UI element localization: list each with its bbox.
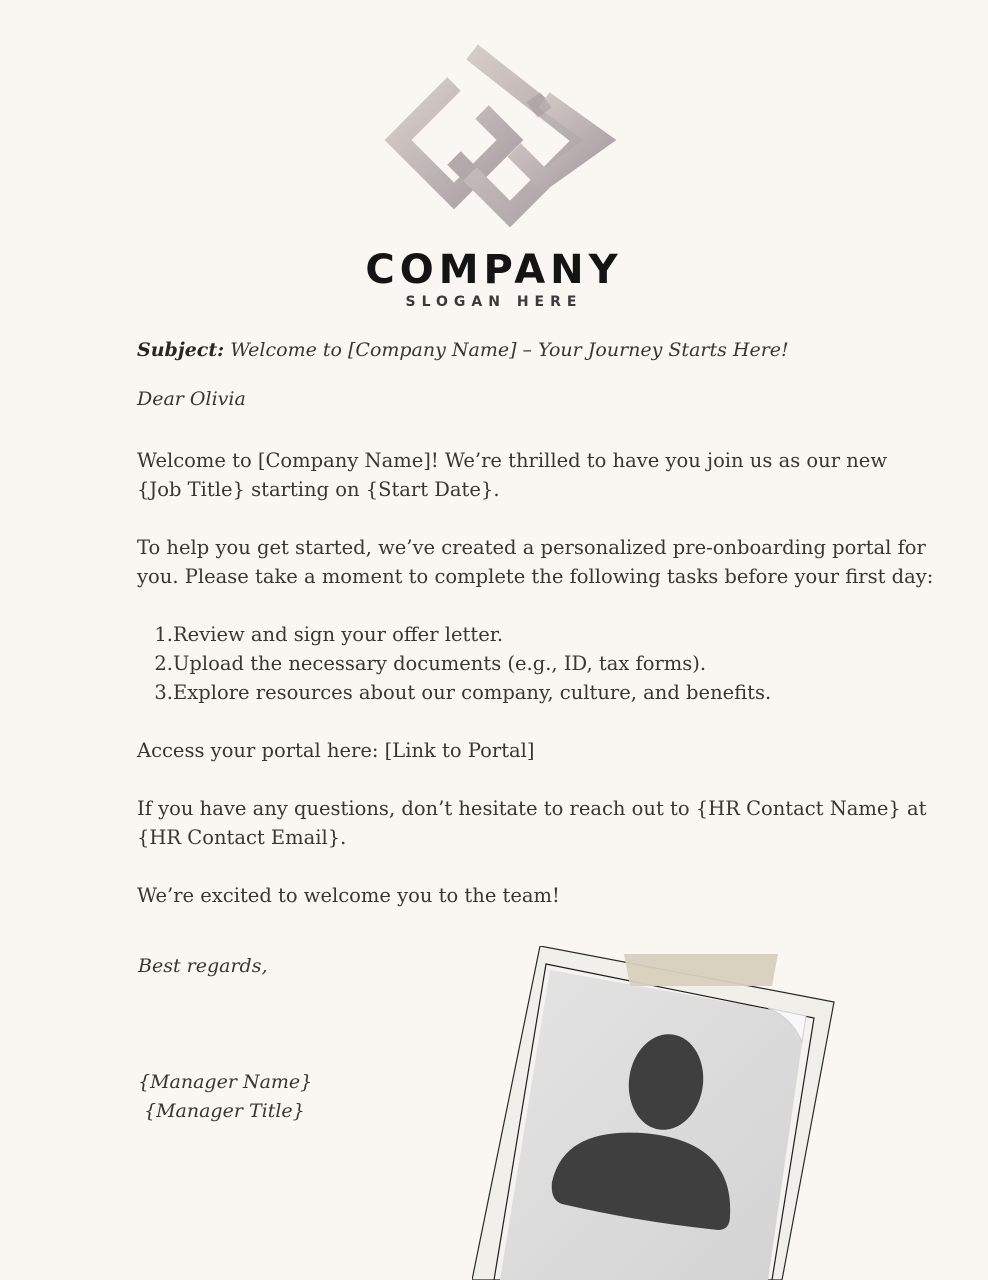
list-item-text: Review and sign your offer letter. [173,623,504,646]
help-paragraph: To help you get started, we’ve created a… [137,536,934,588]
list-item-number: 1. [154,623,173,646]
greeting: Dear Olivia [137,388,246,410]
list-item: 3. Explore resources about our company, c… [137,678,937,707]
tape-strip [624,954,778,986]
list-item: 2. Upload the necessary documents (e.g., … [137,649,937,678]
subject-line: Subject: Welcome to [Company Name] – You… [137,336,937,365]
welcome-paragraph: Welcome to [Company Name]! We’re thrille… [137,449,888,501]
list-item-text: Explore resources about our company, cul… [173,681,772,704]
company-logo: COMPANY SLOGAN HERE [0,0,988,320]
logo-mark-icon [384,44,617,228]
list-item-text: Upload the necessary documents (e.g., ID… [173,652,707,675]
task-list: 1. Review and sign your offer letter. 2. U… [137,620,937,707]
logo-company-name: COMPANY [365,247,623,293]
manager-title: {Manager Title} [144,1100,305,1122]
list-item-number: 3. [154,681,173,704]
letter-body: Subject: Welcome to [Company Name] – You… [137,336,937,910]
questions-paragraph: If you have any questions, don’t hesitat… [137,797,927,849]
closing: Best regards, [138,955,268,977]
list-item-number: 2. [154,652,173,675]
logo-slogan: SLOGAN HERE [405,294,583,310]
portal-paragraph: Access your portal here: [Link to Portal… [137,739,535,762]
photo-placeholder [472,946,835,1280]
manager-name: {Manager Name} [138,1071,313,1093]
subject-label: Subject: [137,339,225,361]
excited-paragraph: We’re excited to welcome you to the team… [137,884,560,907]
list-item: 1. Review and sign your offer letter. [137,620,937,649]
subject-text: Welcome to [Company Name] – Your Journey… [224,339,789,361]
